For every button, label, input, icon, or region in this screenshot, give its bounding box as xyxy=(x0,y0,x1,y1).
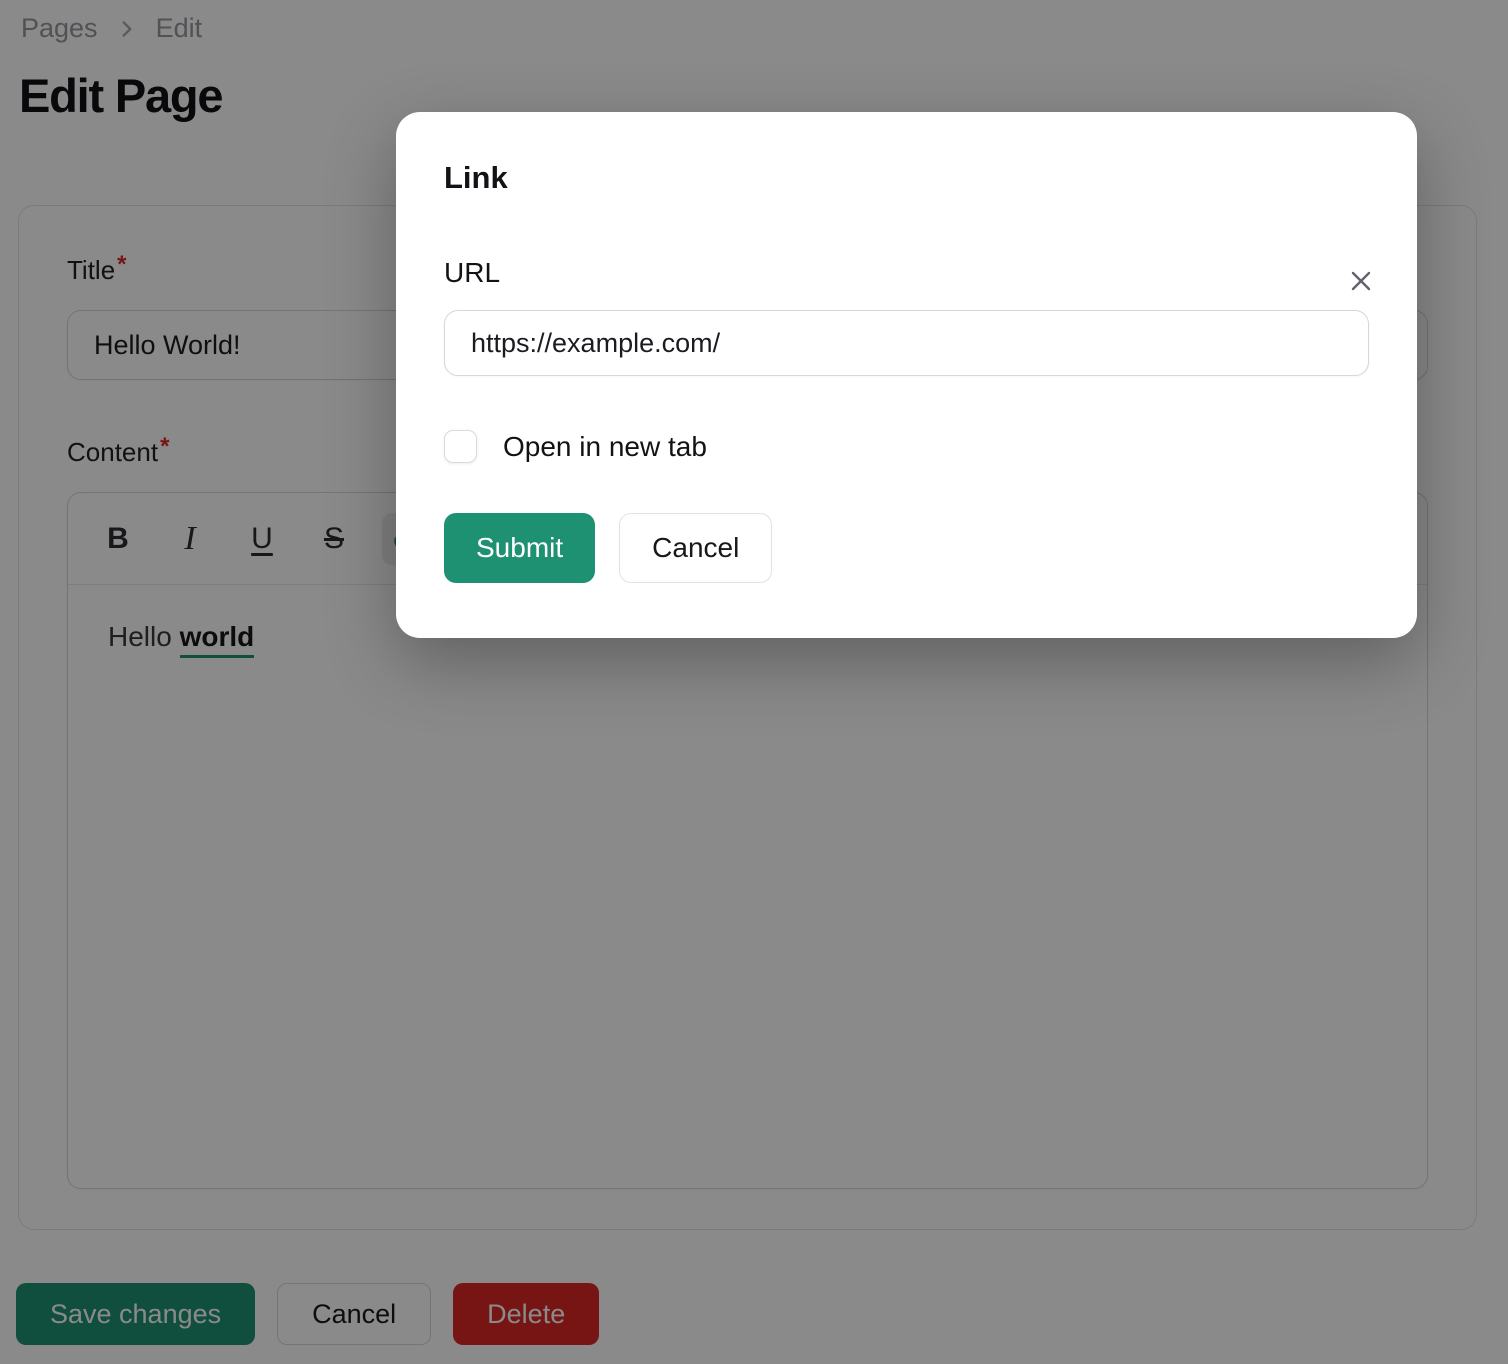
modal-actions: Submit Cancel xyxy=(444,513,1369,583)
close-button[interactable] xyxy=(1341,262,1381,302)
open-new-tab-label[interactable]: Open in new tab xyxy=(503,431,707,463)
modal-title: Link xyxy=(444,160,508,195)
url-input[interactable] xyxy=(444,310,1369,376)
open-new-tab-checkbox[interactable] xyxy=(444,430,477,463)
open-new-tab-row: Open in new tab xyxy=(444,430,1369,463)
modal-cancel-button[interactable]: Cancel xyxy=(619,513,773,583)
submit-button[interactable]: Submit xyxy=(444,513,596,583)
link-modal: Link URL Open in new tab Submit Cancel xyxy=(396,112,1417,638)
url-label: URL xyxy=(444,257,501,288)
close-icon xyxy=(1345,265,1377,300)
